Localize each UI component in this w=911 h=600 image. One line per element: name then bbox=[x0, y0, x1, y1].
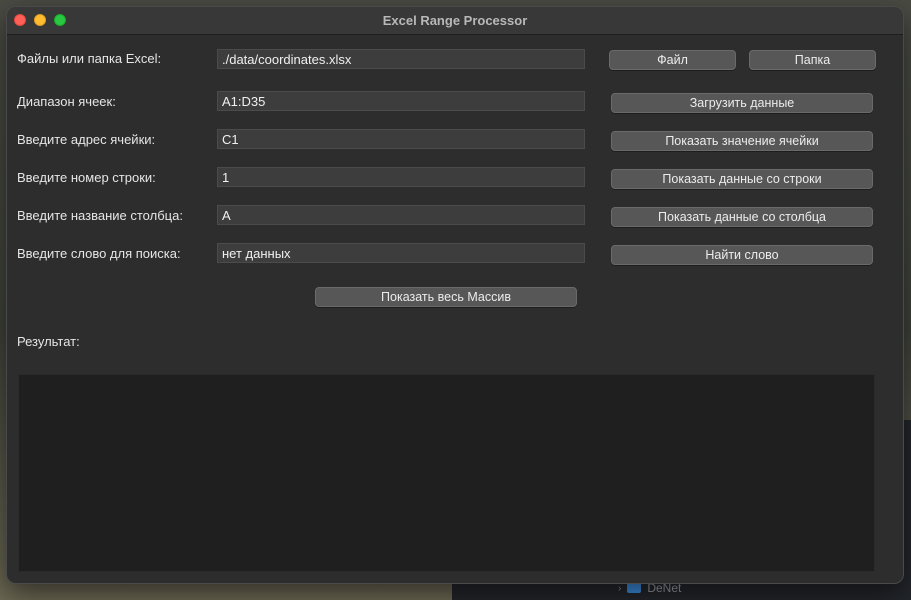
column-name-input[interactable] bbox=[217, 205, 585, 225]
file-button[interactable]: Файл bbox=[609, 50, 736, 70]
column-name-label: Введите название столбца: bbox=[17, 208, 183, 223]
result-output[interactable] bbox=[18, 374, 875, 572]
show-cell-value-button[interactable]: Показать значение ячейки bbox=[611, 131, 873, 151]
app-window: Excel Range Processor Файлы или папка Ex… bbox=[6, 6, 904, 584]
cell-address-input[interactable] bbox=[217, 129, 585, 149]
path-input[interactable] bbox=[217, 49, 585, 69]
show-column-data-button[interactable]: Показать данные со столбца bbox=[611, 207, 873, 227]
range-input[interactable] bbox=[217, 91, 585, 111]
show-row-data-button[interactable]: Показать данные со строки bbox=[611, 169, 873, 189]
cell-address-label: Введите адрес ячейки: bbox=[17, 132, 156, 147]
range-label: Диапазон ячеек: bbox=[17, 94, 116, 109]
row-number-input[interactable] bbox=[217, 167, 585, 187]
path-label: Файлы или папка Excel: bbox=[17, 51, 162, 66]
folder-button[interactable]: Папка bbox=[749, 50, 876, 70]
search-word-input[interactable] bbox=[217, 243, 585, 263]
title-bar[interactable]: Excel Range Processor bbox=[7, 7, 903, 35]
folder-icon bbox=[627, 580, 642, 593]
result-label: Результат: bbox=[17, 334, 80, 349]
row-number-label: Введите номер строки: bbox=[17, 170, 156, 185]
show-all-array-button[interactable]: Показать весь Массив bbox=[315, 287, 577, 307]
search-word-label: Введите слово для поиска: bbox=[17, 246, 181, 261]
find-word-button[interactable]: Найти слово bbox=[611, 245, 873, 265]
main-form: Файлы или папка Excel: Файл Папка Диапаз… bbox=[7, 35, 903, 583]
chevron-right-icon: › bbox=[618, 582, 622, 594]
load-data-button[interactable]: Загрузить данные bbox=[611, 93, 873, 113]
window-title: Excel Range Processor bbox=[382, 13, 528, 28]
